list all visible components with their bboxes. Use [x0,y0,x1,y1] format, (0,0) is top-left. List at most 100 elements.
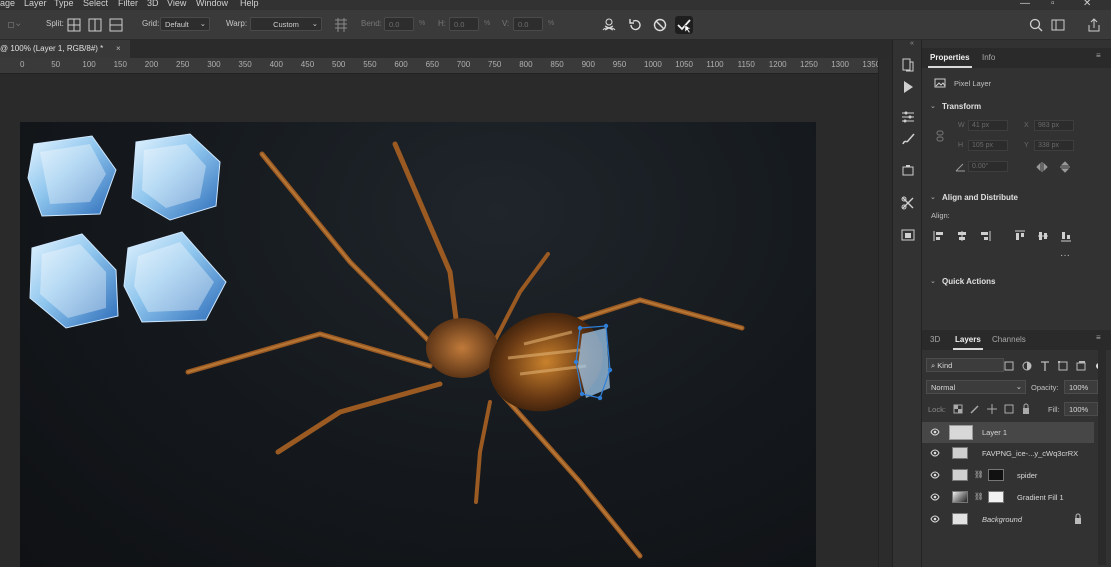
tool-preset-icon[interactable] [6,16,34,34]
angle-field[interactable]: 0.00° [968,161,1008,172]
layer-name[interactable]: Layer 1 [982,428,1007,437]
history-icon[interactable] [899,56,917,74]
visibility-eye-icon[interactable] [930,515,940,523]
adjustments-icon[interactable] [899,108,917,126]
flip-horizontal-icon[interactable] [1036,161,1048,173]
puppet-warp-icon[interactable] [600,16,618,34]
align-right-edges-icon[interactable] [979,230,991,242]
layer-mask-thumbnail[interactable] [988,469,1004,481]
filter-adjustment-icon[interactable] [1021,360,1033,372]
height-field[interactable]: 105 px [968,140,1008,151]
layer-name[interactable]: Background [982,515,1022,524]
visibility-eye-icon[interactable] [930,493,940,501]
workspace-icon[interactable] [1049,16,1067,34]
layer-name[interactable]: Gradient Fill 1 [1017,493,1064,502]
tab-layers[interactable]: Layers [955,335,981,344]
filter-smart-object-icon[interactable] [1075,360,1087,372]
menu-type[interactable]: Type [54,0,74,8]
transform-heading[interactable]: Transform [942,102,981,111]
chevron-down-icon[interactable]: ⌄ [930,193,936,201]
menu-select[interactable]: Select [83,0,108,8]
menu-view[interactable]: View [167,0,186,8]
x-field[interactable]: 983 px [1034,120,1074,131]
v-distort-input[interactable]: 0.0 [513,17,543,31]
fill-field[interactable]: 100% [1064,402,1098,416]
tab-channels[interactable]: Channels [992,335,1026,344]
layer-row[interactable]: ⛓ spider [922,465,1094,486]
layers-scrollbar[interactable] [1098,340,1106,565]
tab-info[interactable]: Info [982,53,995,62]
actions-play-icon[interactable] [899,78,917,96]
layer-mask-thumbnail[interactable] [988,491,1004,503]
menu-filter[interactable]: Filter [118,0,138,8]
visibility-eye-icon[interactable] [930,449,940,457]
align-horizontal-centers-icon[interactable] [956,230,968,242]
restore-icon[interactable]: ▫ [1051,0,1055,9]
horizontal-ruler[interactable]: 0 50 100 150 200 250 300 350 400 450 500 550 600 650 7… [0,58,892,74]
align-distribute-heading[interactable]: Align and Distribute [942,193,1018,202]
layer-name[interactable]: spider [1017,471,1037,480]
align-left-edges-icon[interactable] [933,230,945,242]
menu-layer[interactable]: Layer [24,0,47,8]
blend-mode-select[interactable]: Normal ⌄ [926,380,1026,394]
split-cross-icon[interactable] [65,16,83,34]
align-top-edges-icon[interactable] [1014,230,1026,242]
close-window-icon[interactable]: ✕ [1083,0,1091,9]
y-field[interactable]: 338 px [1034,140,1074,151]
layer-filter-select[interactable]: ⌕ Kind [926,358,1004,372]
chevron-down-icon[interactable]: ⌄ [930,277,936,285]
layer-row[interactable]: FAVPNG_ice-...y_cWq3crRX [922,443,1094,464]
tool-presets-icon[interactable] [899,194,917,212]
lock-all-icon[interactable] [1020,403,1032,415]
layer-row[interactable]: Layer 1 [922,422,1094,443]
vertical-scrollbar[interactable] [878,58,892,567]
tab-3d[interactable]: 3D [930,335,940,344]
brush-settings-icon[interactable] [899,130,917,148]
tab-properties[interactable]: Properties [930,53,970,62]
warp-orientation-icon[interactable] [332,16,350,34]
filter-pixel-icon[interactable] [1003,360,1015,372]
lock-transparent-icon[interactable] [952,403,964,415]
bend-input[interactable]: 0.0 [384,17,414,31]
opacity-field[interactable]: 100% [1064,380,1098,394]
h-distort-input[interactable]: 0.0 [449,17,479,31]
collapse-dock-icon[interactable]: « [910,40,914,47]
menu-help[interactable]: Help [240,0,259,8]
filter-shape-icon[interactable] [1057,360,1069,372]
grid-select[interactable]: Default ⌄ [160,17,210,31]
lock-position-icon[interactable] [986,403,998,415]
align-bottom-edges-icon[interactable] [1060,230,1072,242]
width-field[interactable]: 41 px [968,120,1008,131]
flip-vertical-icon[interactable] [1059,161,1071,173]
libraries-icon[interactable] [899,226,917,244]
filter-type-icon[interactable] [1039,360,1051,372]
menu-window[interactable]: Window [196,0,228,8]
layer-row[interactable]: ⛓ Gradient Fill 1 [922,487,1094,508]
document-canvas[interactable] [20,122,816,567]
layer-row[interactable]: Background [922,509,1094,530]
minimize-icon[interactable]: — [1020,0,1030,9]
link-icon[interactable] [934,130,946,142]
close-tab-icon[interactable]: × [116,44,121,53]
split-vertical-icon[interactable] [86,16,104,34]
more-options-icon[interactable]: ··· [1060,250,1070,261]
split-horizontal-icon[interactable] [107,16,125,34]
lock-pixels-icon[interactable] [969,403,981,415]
menu-3d[interactable]: 3D [147,0,159,8]
reset-warp-icon[interactable] [626,16,644,34]
chevron-down-icon[interactable]: ⌄ [930,102,936,110]
quick-actions-heading[interactable]: Quick Actions [942,277,996,286]
search-icon[interactable] [1027,16,1045,34]
lock-artboard-icon[interactable] [1003,403,1015,415]
menu-image[interactable]: age [0,0,15,8]
document-tab[interactable]: @ 100% (Layer 1, RGB/8#) * × [0,40,130,58]
clone-source-icon[interactable] [899,162,917,180]
warp-select[interactable]: Custom ⌄ [250,17,322,31]
align-vertical-centers-icon[interactable] [1037,230,1049,242]
cancel-transform-icon[interactable] [651,16,669,34]
layer-name[interactable]: FAVPNG_ice-...y_cWq3crRX [982,449,1078,458]
visibility-eye-icon[interactable] [930,428,940,436]
share-icon[interactable] [1085,16,1103,34]
visibility-eye-icon[interactable] [930,471,940,479]
commit-transform-icon[interactable] [675,16,693,34]
